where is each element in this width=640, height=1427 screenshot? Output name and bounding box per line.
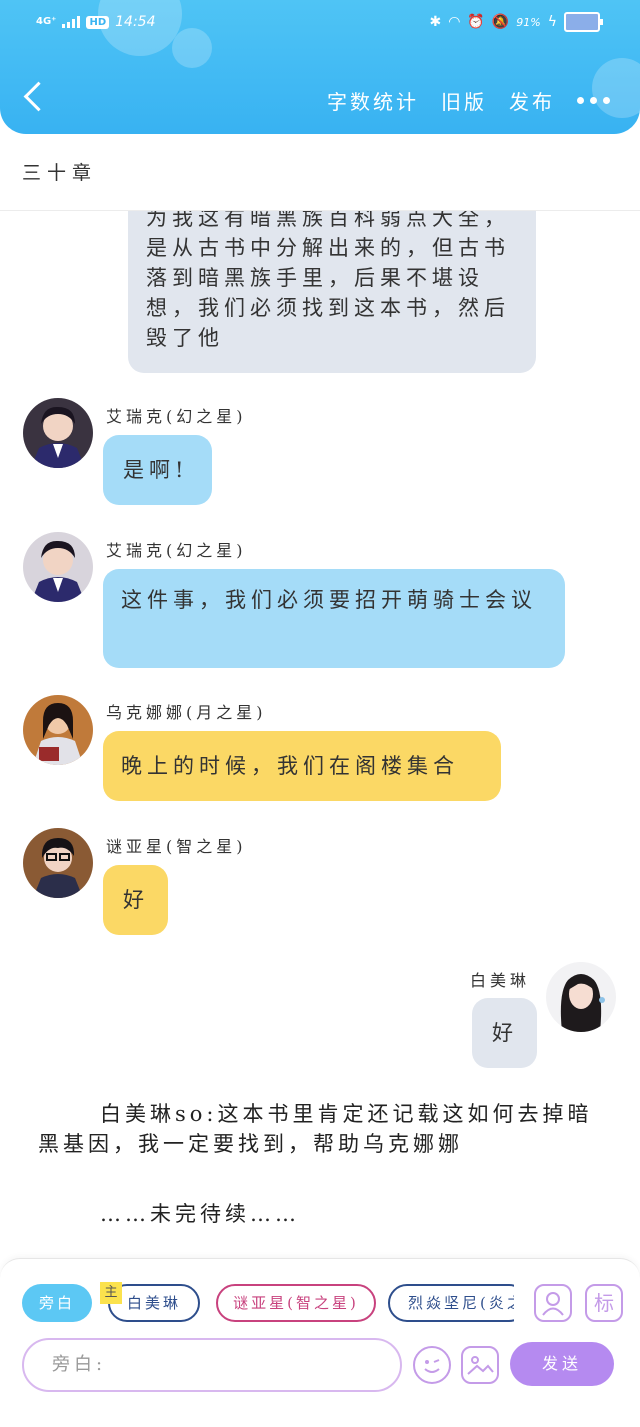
- message-text: 为我这有暗黑族百科弱点大全，是从古书中分解出来的，但古书落到暗黑族手里，后果不堪…: [146, 211, 510, 350]
- message-text: 好: [123, 888, 149, 912]
- message-bubble[interactable]: 为我这有暗黑族百科弱点大全，是从古书中分解出来的，但古书落到暗黑族手里，后果不堪…: [128, 211, 536, 373]
- bluetooth-icon: ✱: [429, 14, 442, 30]
- tag-button[interactable]: 标: [585, 1284, 623, 1322]
- network-indicator: 4G⁺: [36, 16, 57, 27]
- headphones-icon: ◠: [448, 14, 461, 30]
- message-bubble[interactable]: 好: [472, 998, 537, 1068]
- role-chip-mi[interactable]: 谜亚星(智之星): [216, 1284, 376, 1322]
- avatar[interactable]: [546, 962, 616, 1032]
- chat-area[interactable]: 为我这有暗黑族百科弱点大全，是从古书中分解出来的，但古书落到暗黑族手里，后果不堪…: [0, 211, 640, 1256]
- speaker-name: 乌克娜娜(月之星): [106, 703, 267, 722]
- word-count-button[interactable]: 字数统计: [327, 86, 419, 115]
- status-bar: 4G⁺ HD 14:54 ✱ ◠ ⏰ 🔕 91% ϟ: [0, 10, 640, 40]
- back-button[interactable]: [18, 80, 52, 114]
- role-selector[interactable]: 旁白 白美琳 谜亚星(智之星) 烈焱坚尼(炎之星): [22, 1284, 514, 1324]
- battery-icon: [564, 12, 603, 32]
- speaker-name: 白美琳: [470, 971, 531, 990]
- avatar[interactable]: [23, 828, 93, 898]
- chapter-title[interactable]: 三十章: [22, 158, 97, 185]
- speaker-name: 艾瑞克(幻之星): [106, 407, 247, 426]
- hd-badge: HD: [86, 15, 110, 29]
- top-header: 4G⁺ HD 14:54 ✱ ◠ ⏰ 🔕 91% ϟ 字数统计 旧版 发布: [0, 0, 640, 134]
- mute-icon: 🔕: [491, 14, 510, 30]
- role-chip-narration[interactable]: 旁白: [22, 1284, 92, 1322]
- nav-bar: 字数统计 旧版 发布: [0, 74, 640, 124]
- message-bubble[interactable]: 晚上的时候，我们在阁楼集合: [103, 731, 501, 801]
- speaker-name: 谜亚星(智之星): [106, 837, 247, 856]
- publish-button[interactable]: 发布: [509, 86, 555, 115]
- message-bubble[interactable]: 是啊!: [103, 435, 212, 505]
- avatar[interactable]: [23, 398, 93, 468]
- message-text: 是啊!: [123, 458, 189, 482]
- emoji-icon[interactable]: [413, 1346, 451, 1384]
- signal-icon: [62, 16, 81, 28]
- message-text: 好: [492, 1021, 518, 1045]
- more-menu-button[interactable]: [577, 97, 610, 104]
- clock: 14:54: [115, 14, 156, 30]
- message-bubble[interactable]: 这件事，我们必须要招开萌骑士会议: [103, 569, 565, 668]
- avatar[interactable]: [23, 532, 93, 602]
- message-bubble[interactable]: 好: [103, 865, 168, 935]
- message-input[interactable]: 旁白:: [22, 1338, 402, 1392]
- old-version-button[interactable]: 旧版: [441, 86, 487, 115]
- charging-icon: ϟ: [547, 14, 557, 30]
- message-text: 晚上的时候，我们在阁楼集合: [121, 754, 459, 778]
- narration-text[interactable]: 白美琳so:这本书里肯定还记载这如何去掉暗黑基因，我一定要找到，帮助乌克娜娜: [38, 1099, 598, 1159]
- nav-actions: 字数统计 旧版 发布: [327, 86, 610, 115]
- avatar[interactable]: [23, 695, 93, 765]
- alarm-icon: ⏰: [467, 14, 485, 30]
- message-text: 这件事，我们必须要招开萌骑士会议: [121, 588, 537, 612]
- send-button[interactable]: 发送: [510, 1342, 614, 1386]
- image-icon[interactable]: [461, 1346, 499, 1384]
- speaker-name: 艾瑞克(幻之星): [106, 541, 247, 560]
- character-icon[interactable]: [534, 1284, 572, 1322]
- role-chip-lie[interactable]: 烈焱坚尼(炎之星): [388, 1284, 514, 1322]
- main-role-tag: 主: [100, 1282, 122, 1304]
- to-be-continued-text[interactable]: ……未完待续……: [38, 1199, 598, 1229]
- battery-percent: 91%: [516, 15, 541, 29]
